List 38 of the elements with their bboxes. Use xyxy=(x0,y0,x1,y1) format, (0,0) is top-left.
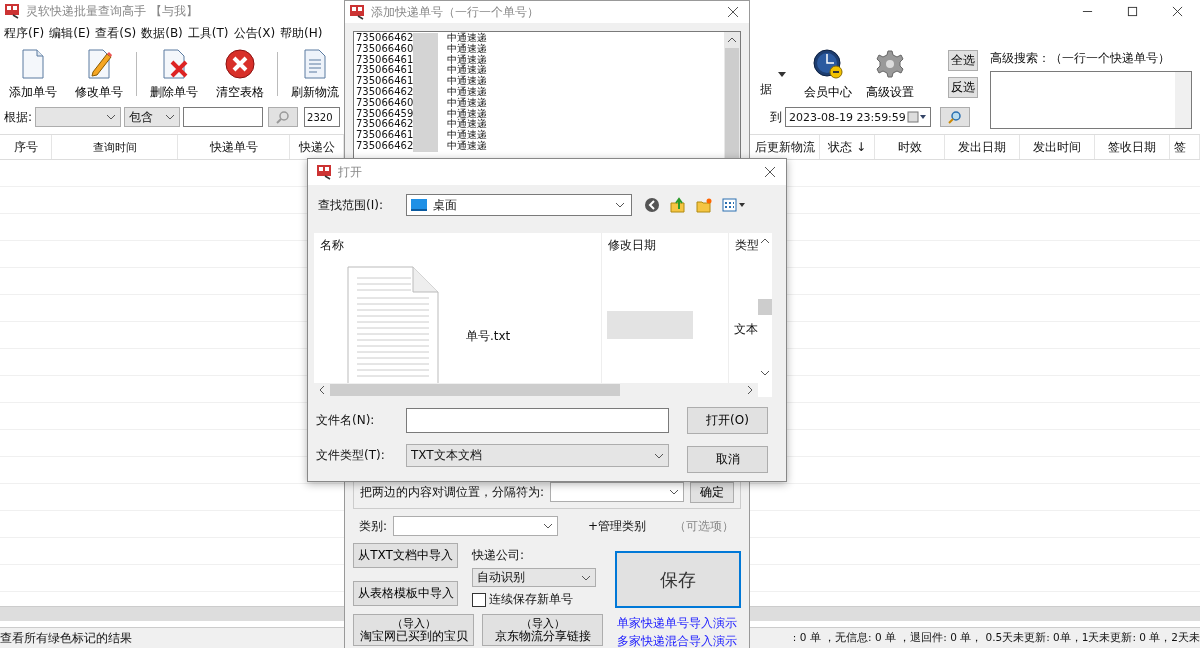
tracking-number: 735066461 xyxy=(355,130,413,141)
courier-name: 中通速递 xyxy=(447,76,487,87)
dialog-title: 添加快递单号（一行一个单号） xyxy=(371,3,539,21)
tracking-number: 735066462 xyxy=(355,87,413,98)
tracking-number: 735066462 xyxy=(355,33,413,44)
courier-name: 中通速递 xyxy=(447,54,487,65)
tracking-number: 735066462 xyxy=(355,119,413,130)
dialog-title: 打开 xyxy=(338,163,362,181)
courier-name: 中通速递 xyxy=(447,108,487,119)
courier-name: 中通速递 xyxy=(447,119,487,130)
courier-label: 快递公司: xyxy=(472,547,526,564)
courier-name: 中通速递 xyxy=(447,87,487,98)
file-type: 文本 xyxy=(734,322,758,336)
optional-hint: （可选项） xyxy=(674,517,735,535)
tracking-number: 735066459 xyxy=(355,108,413,119)
courier-name: 中通速递 xyxy=(447,33,487,44)
tracking-number: 735066461 xyxy=(355,65,413,76)
courier-name: 中通速递 xyxy=(447,130,487,141)
status-text: : 0 单 ，无信息: 0 单 ，退回件: 0 单， 0.5天未更新: 0单，1天未更新: 0 单，2天未 xyxy=(792,631,1200,645)
advanced-search-label: 高级搜索：（一行一个快递单号） xyxy=(990,50,1171,67)
look-in-label: 查找范围(I): xyxy=(318,196,384,214)
tracking-number: 735066461 xyxy=(355,76,413,87)
file-name-label: 文件名(N): xyxy=(316,412,376,429)
file-type-label: 文件类型(T): xyxy=(316,447,386,464)
status-text: 查看所有绿色标记的结果 xyxy=(0,629,132,647)
courier-name: 中通速递 xyxy=(447,43,487,54)
to-label: 到 xyxy=(770,108,782,126)
courier-name: 中通速递 xyxy=(447,140,487,152)
window-title: 灵软快递批量查询高手 【与我】 xyxy=(26,2,198,20)
courier-name: 中通速递 xyxy=(447,65,487,76)
filter-label: 根据: xyxy=(4,108,33,126)
tracking-number: 735066461 xyxy=(355,54,413,65)
tracking-number: 735066462 xyxy=(355,140,413,152)
tracking-number: 735066460 xyxy=(355,97,413,109)
courier-name: 中通速递 xyxy=(447,97,487,108)
category-label: 类别: xyxy=(359,517,388,535)
tracking-number: 735066460 xyxy=(355,43,413,55)
swap-label: 把两边的内容对调位置，分隔符为: xyxy=(360,483,545,501)
